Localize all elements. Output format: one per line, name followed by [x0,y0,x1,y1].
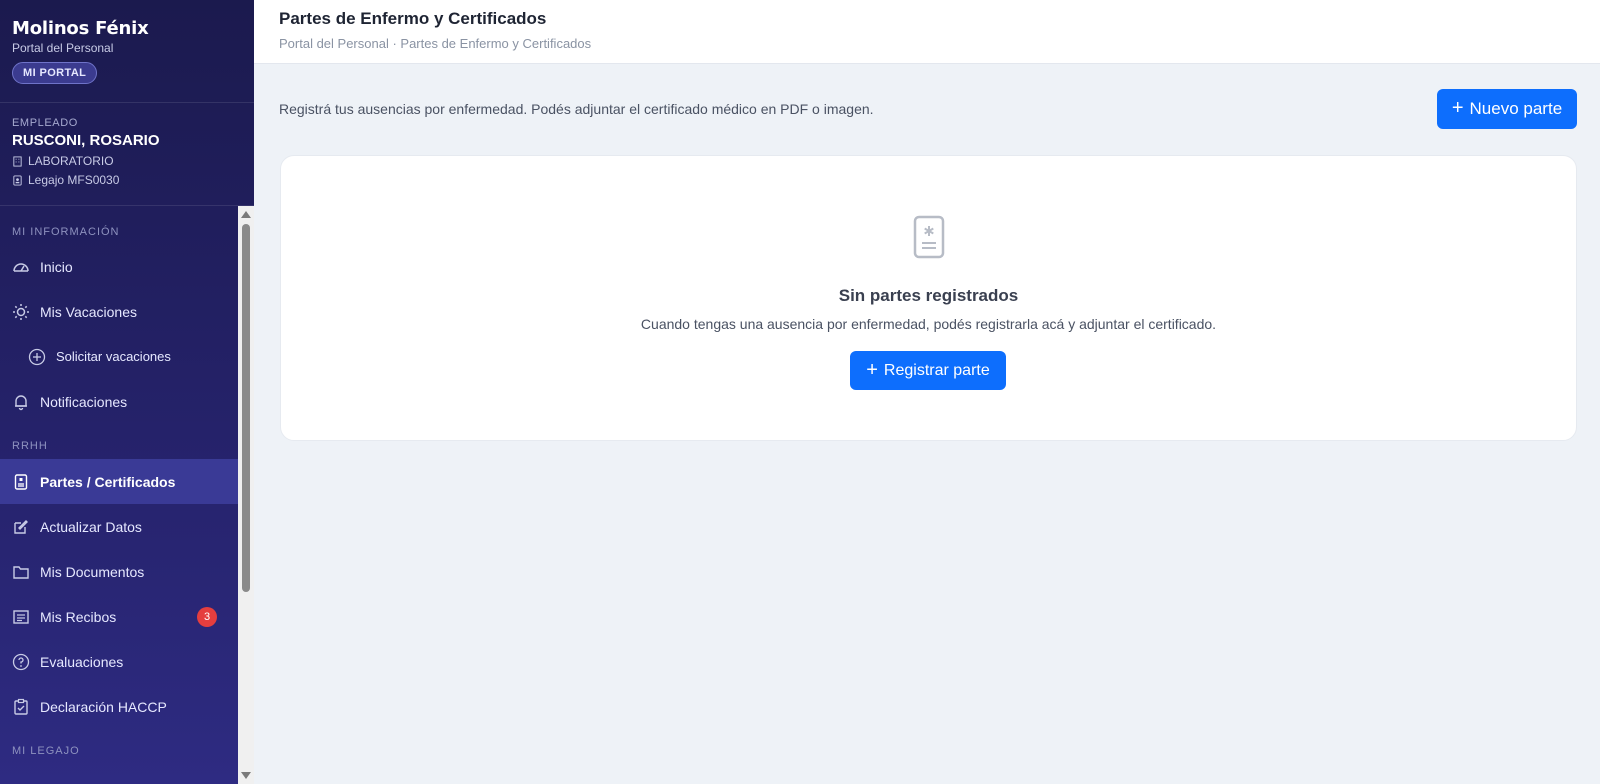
sidebar-item-partes-certificados[interactable]: Partes / Certificados [0,459,238,504]
sidebar-item-actualizar-datos[interactable]: Actualizar Datos [0,504,238,549]
breadcrumb: Portal del Personal · Partes de Enfermo … [279,36,592,51]
brand-title: Molinos Fénix [12,18,149,39]
brand-block: Molinos Fénix Portal del Personal MI POR… [0,0,254,103]
sidebar-item-label: Partes / Certificados [40,473,176,490]
sidebar-nav: MI INFORMACIÓN Inicio Mis Vacaciones Sol… [0,206,238,784]
scroll-thumb[interactable] [242,224,250,592]
sidebar: Molinos Fénix Portal del Personal MI POR… [0,0,254,784]
employee-label: EMPLEADO [12,117,78,129]
new-part-button[interactable]: + Nuevo parte [1437,89,1577,129]
employee-legajo: Legajo MFS0030 [28,173,120,187]
medical-certificate-icon [12,473,30,491]
plus-icon: + [866,358,878,381]
section-title-rrhh: RRHH [12,440,48,452]
register-part-button-label: Registrar parte [883,361,990,379]
sidebar-item-label: Notificaciones [40,393,128,410]
page-header: Partes de Enfermo y Certificados Portal … [254,0,1600,64]
sidebar-item-mis-recibos[interactable]: Mis Recibos 3 [0,594,238,639]
sidebar-item-inicio[interactable]: Inicio [0,244,238,289]
sidebar-item-solicitar-vacaciones[interactable]: Solicitar vacaciones [0,334,238,379]
sidebar-item-mis-documentos[interactable]: Mis Documentos [0,549,238,594]
page-title: Partes de Enfermo y Certificados [279,9,547,28]
section-title-mi-informacion: MI INFORMACIÓN [12,226,120,238]
sidebar-item-notificaciones[interactable]: Notificaciones [0,379,238,424]
employee-legajo-row: Legajo MFS0030 [12,173,242,187]
dashboard-icon [12,258,30,276]
register-part-button[interactable]: + Registrar parte [850,351,1006,390]
sidebar-item-label: Inicio [40,258,73,275]
sidebar-item-mis-vacaciones[interactable]: Mis Vacaciones [0,289,238,334]
sidebar-item-label: Declaración HACCP [40,698,167,715]
scroll-down-arrow-icon[interactable] [241,772,251,779]
portal-badge[interactable]: MI PORTAL [12,62,98,84]
id-badge-icon [13,174,22,186]
plus-circle-icon [28,348,46,366]
employee-department: LABORATORIO [28,154,114,168]
sidebar-item-evaluaciones[interactable]: Evaluaciones [0,639,238,684]
scroll-up-arrow-icon[interactable] [241,211,251,218]
empty-state-description: Cuando tengas una ausencia por enfermeda… [640,316,1217,332]
sidebar-item-declaracion-haccp[interactable]: Declaración HACCP [0,684,238,729]
sun-icon [12,303,30,321]
sidebar-item-label: Mis Vacaciones [40,303,138,320]
employee-card: EMPLEADO RUSCONI, ROSARIO LABORATORIO Le… [0,103,254,206]
building-icon [13,155,22,167]
empty-state-title: Sin partes registrados [838,286,1019,305]
employee-name: RUSCONI, ROSARIO [12,132,160,149]
section-title-mi-legajo: MI LEGAJO [12,745,80,757]
sidebar-item-label: Actualizar Datos [40,518,142,535]
sidebar-item-label: Mis Documentos [40,563,145,580]
medical-certificate-icon [913,215,945,259]
receipt-icon [12,608,30,626]
employee-department-row: LABORATORIO [12,154,242,168]
new-part-button-label: Nuevo parte [1469,99,1563,118]
recibos-count-badge: 3 [197,606,217,627]
sidebar-item-label: Evaluaciones [40,653,124,670]
folder-icon [12,563,30,581]
sidebar-item-label: Mis Recibos [40,608,117,625]
sidebar-item-label: Solicitar vacaciones [56,349,171,364]
plus-icon: + [1451,97,1464,119]
sidebar-scrollbar[interactable] [238,206,254,784]
bell-icon [12,393,30,411]
question-circle-icon [12,653,30,671]
brand-subtitle: Portal del Personal [12,41,114,55]
intro-text: Registrá tus ausencias por enfermedad. P… [279,101,874,117]
edit-icon [12,518,30,536]
clipboard-check-icon [12,698,30,716]
